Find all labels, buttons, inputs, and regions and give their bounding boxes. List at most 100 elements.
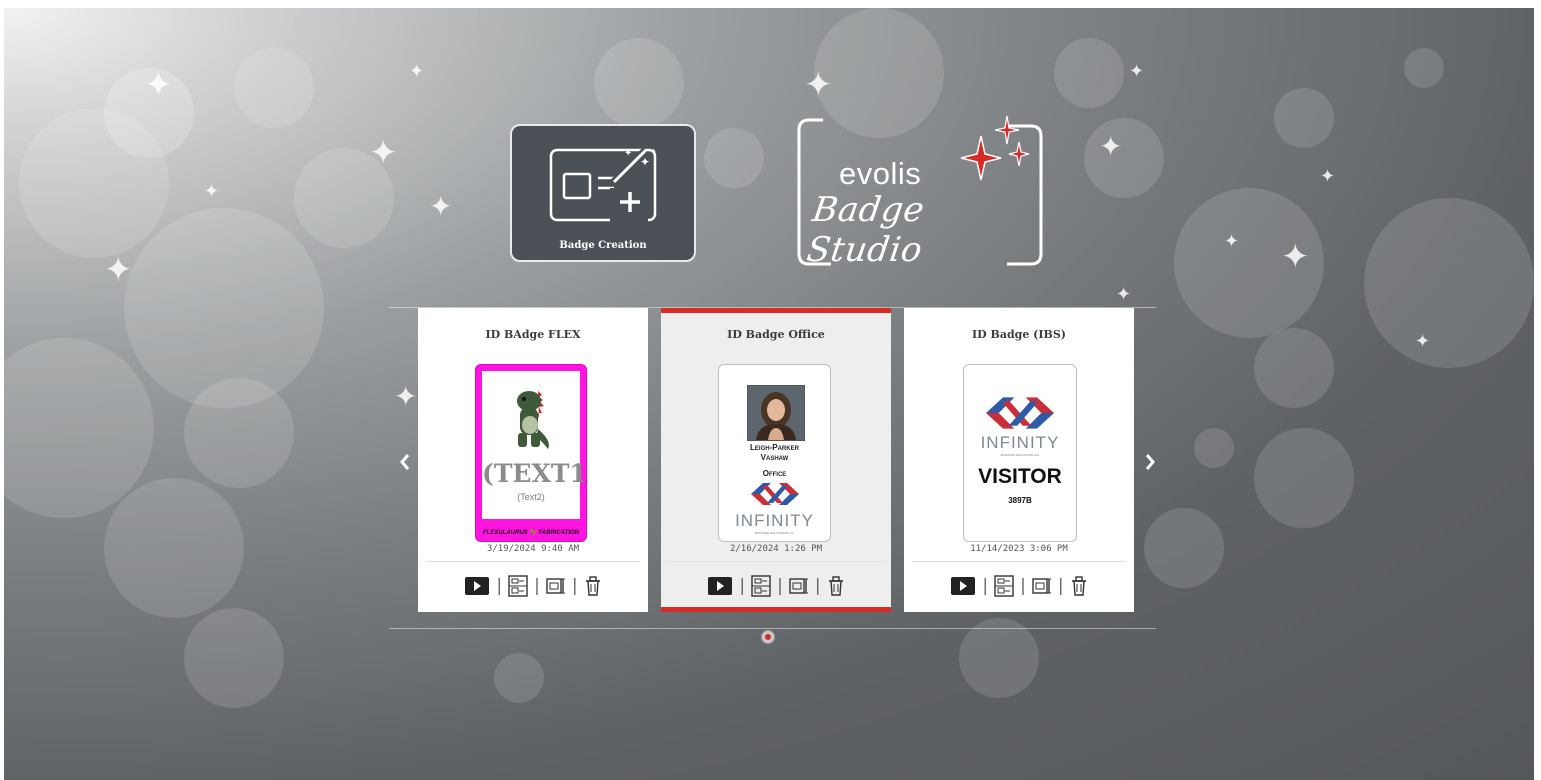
badge-card-ibs[interactable]: ID Badge (IBS) INFINITY BUILDING SOLUTIO…	[904, 308, 1134, 612]
layout-icon	[994, 575, 1014, 597]
rfid-encode-icon	[1032, 578, 1051, 594]
carousel-prev-button[interactable]	[395, 448, 415, 476]
bokeh-decoration	[1174, 188, 1324, 338]
badge-card-title: ID BAdge FLEX	[485, 328, 581, 341]
card-divider	[669, 561, 883, 562]
person-photo-icon	[748, 386, 804, 440]
logo-badge-studio-text: Badge Studio	[804, 190, 928, 270]
sparkle-decoration: ✦	[1281, 237, 1310, 277]
bokeh-decoration	[1274, 88, 1334, 148]
card-divider	[426, 561, 640, 562]
sparkle-decoration: ✦	[409, 61, 425, 82]
edit-layout-button[interactable]	[508, 575, 528, 597]
badge-preview-office[interactable]: Leigh-Parker Vashaw Office INFINITY BUIL…	[718, 364, 831, 542]
name-line-2: Vashaw	[760, 453, 789, 462]
bokeh-decoration	[1194, 428, 1234, 468]
bokeh-decoration	[184, 378, 294, 488]
card-divider	[912, 561, 1126, 562]
edit-layout-button[interactable]	[751, 575, 771, 597]
encode-button[interactable]	[789, 577, 809, 595]
action-separator: |	[1020, 576, 1026, 596]
brand-name: INFINITY	[980, 433, 1060, 452]
badge-card-office[interactable]: ID Badge Office Leigh-Parker Vashaw Offi…	[661, 308, 891, 612]
play-icon	[951, 577, 976, 595]
visitor-label: VISITOR	[978, 465, 1062, 488]
badge-card-actions: | | |	[418, 573, 648, 599]
carousel-next-button[interactable]	[1140, 448, 1160, 476]
bokeh-decoration	[594, 38, 684, 128]
encode-button[interactable]	[1032, 577, 1052, 595]
bokeh-decoration	[234, 48, 314, 128]
carousel-page-dot[interactable]	[761, 630, 775, 644]
action-separator: |	[534, 576, 540, 596]
rfid-encode-icon	[789, 578, 808, 594]
action-separator: |	[1057, 576, 1064, 596]
sparkle-decoration: ✦	[429, 190, 453, 223]
visitor-number: 3897B	[1008, 496, 1032, 505]
brand-name: INFINITY	[735, 511, 814, 530]
trash-icon	[585, 576, 600, 596]
bokeh-decoration	[19, 108, 169, 258]
bokeh-decoration	[104, 478, 244, 618]
badge-creation-wand-icon: ✦ ✦ ✦	[549, 147, 657, 222]
layout-icon	[751, 575, 771, 597]
badge-photo	[747, 385, 805, 441]
dinosaur-mascot-icon	[517, 391, 549, 449]
delete-button[interactable]	[584, 576, 602, 596]
bokeh-decoration	[704, 128, 764, 188]
badge-preview-ibs[interactable]: INFINITY BUILDING SOLUTIONS LLC VISITOR …	[963, 364, 1077, 542]
bokeh-decoration	[1254, 428, 1354, 528]
trash-icon	[1071, 576, 1086, 596]
chevron-left-icon	[400, 454, 410, 470]
badge-card-actions: | | |	[904, 573, 1134, 599]
print-button[interactable]	[464, 576, 490, 596]
sparkle-decoration: ✦	[394, 380, 418, 413]
badge-creation-tile[interactable]: ✦ ✦ ✦ Badge Creation	[510, 124, 696, 262]
evolis-badge-studio-logo: evolis Badge Studio	[795, 114, 1045, 270]
badge-card-title: ID Badge Office	[727, 328, 825, 341]
infinity-logo-icon	[986, 397, 1054, 429]
print-button[interactable]	[707, 576, 733, 596]
layout-icon	[508, 575, 528, 597]
sparkle-decoration: ✦	[1099, 130, 1123, 163]
bokeh-decoration	[1404, 48, 1444, 88]
bokeh-decoration	[1054, 38, 1124, 108]
play-icon	[465, 577, 490, 595]
bokeh-decoration	[1364, 198, 1534, 368]
play-icon	[708, 577, 733, 595]
badge-card-date: 3/19/2024 9:40 AM	[486, 544, 580, 554]
badge-card-flex[interactable]: ID BAdge FLEX (TEXT1) (Text2) FLEXULAURU…	[418, 308, 648, 612]
bokeh-decoration	[124, 208, 324, 408]
bokeh-decoration	[1084, 118, 1164, 198]
sparkle-decoration: ✦	[804, 65, 833, 105]
svg-text:✦: ✦	[624, 148, 632, 159]
sparkle-decoration: ✦	[369, 133, 398, 173]
bokeh-decoration	[1144, 508, 1224, 588]
bokeh-decoration	[184, 608, 284, 708]
svg-text:✦: ✦	[640, 155, 650, 169]
bokeh-decoration	[494, 653, 544, 703]
badge-text1-placeholder: (TEXT1)	[482, 459, 587, 488]
infinity-logo-icon	[751, 483, 799, 505]
badge-holder-role: Office	[762, 469, 787, 478]
chevron-right-icon	[1145, 454, 1155, 470]
rfid-encode-icon	[546, 578, 565, 594]
encode-button[interactable]	[546, 577, 566, 595]
action-separator: |	[814, 576, 821, 596]
bokeh-decoration	[294, 148, 394, 248]
badge-preview-flex[interactable]: (TEXT1) (Text2) FLEXULAURUS 🦖 FABRICATIO…	[475, 364, 587, 542]
trash-icon	[828, 576, 843, 596]
edit-layout-button[interactable]	[994, 575, 1014, 597]
badge-card-actions: | | |	[661, 573, 891, 599]
badge-card-date: 2/16/2024 1:26 PM	[729, 544, 823, 554]
print-button[interactable]	[950, 576, 976, 596]
sparkle-decoration: ✦	[1116, 284, 1132, 305]
delete-button[interactable]	[827, 576, 845, 596]
badge-preview-inner: (TEXT1) (Text2)	[482, 371, 587, 519]
action-separator: |	[739, 576, 746, 596]
brand-subtitle: BUILDING SOLUTIONS LLC	[1000, 453, 1040, 457]
action-separator: |	[777, 576, 783, 596]
delete-button[interactable]	[1070, 576, 1088, 596]
sparkle-decoration: ✦	[1224, 231, 1240, 252]
sparkle-decoration: ✦	[1415, 331, 1431, 352]
